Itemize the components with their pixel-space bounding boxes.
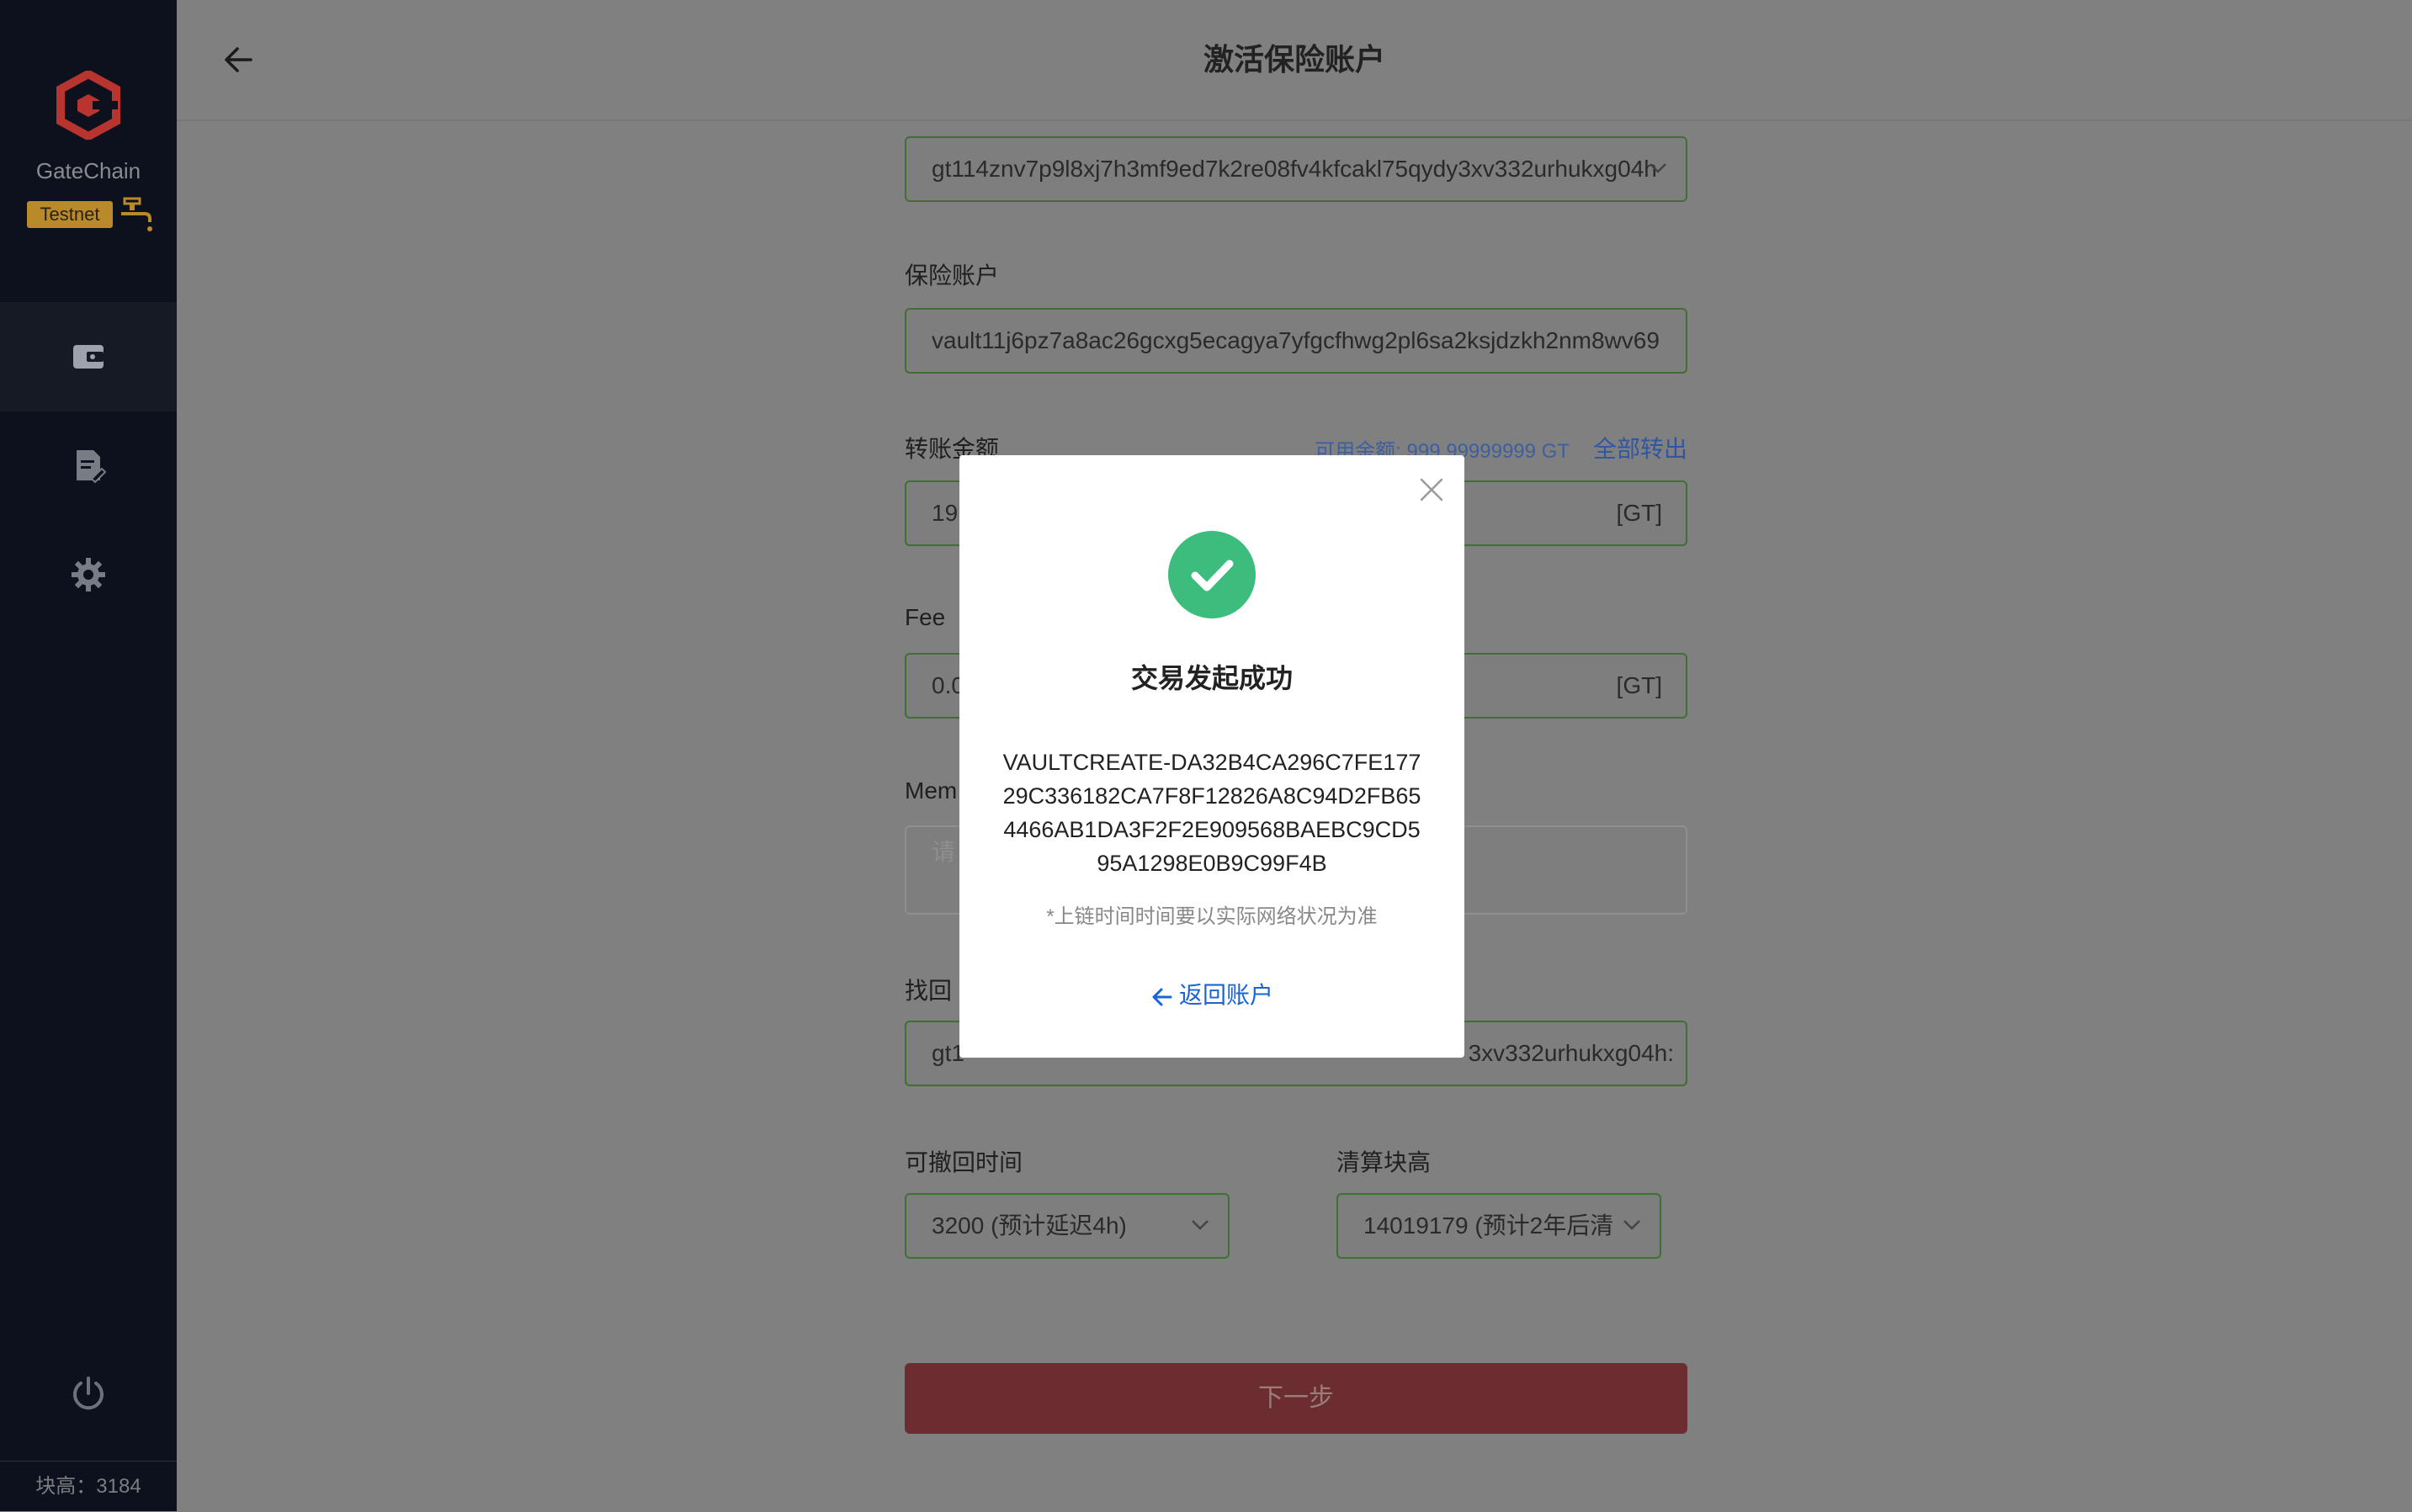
vault-address-field[interactable]: vault11j6pz7a8ac26gcxg5ecagya7yfgcfhwg2p…	[905, 308, 1687, 374]
gear-icon	[72, 558, 105, 592]
clear-height-value: 14019179 (预计2年后清	[1363, 1212, 1614, 1239]
return-account-link[interactable]: 返回账户	[959, 977, 1464, 1011]
fee-unit: [GT]	[1616, 672, 1662, 698]
modal-title: 交易发起成功	[1130, 663, 1293, 693]
revoke-time-label: 可撤回时间	[905, 1149, 1023, 1175]
fee-label: Fee	[905, 604, 946, 630]
document-edit-icon	[77, 450, 107, 484]
memo-placeholder: 请	[932, 839, 956, 865]
memo-label: Mem	[905, 777, 958, 804]
network-badge: Testnet	[27, 201, 113, 228]
network-note: *上链时间时间要以实际网络状况为准	[1046, 905, 1378, 928]
faucet-icon[interactable]	[120, 195, 153, 232]
chevron-down-icon	[1192, 1220, 1209, 1230]
amount-unit: [GT]	[1616, 500, 1662, 526]
nav-wallet[interactable]	[0, 302, 177, 411]
from-address-select[interactable]: gt114znv7p9l8xj7h3mf9ed7k2re08fv4kfcakl7…	[905, 136, 1687, 202]
page-header: 激活保险账户	[177, 0, 2412, 121]
next-step-button[interactable]: 下一步	[905, 1363, 1687, 1434]
clear-height-select[interactable]: 14019179 (预计2年后清	[1336, 1193, 1661, 1259]
transaction-hash: VAULTCREATE-DA32B4CA296C7FE17729C336182C…	[1002, 750, 1421, 876]
gatechain-logo-icon	[56, 71, 120, 140]
success-check-icon	[1168, 531, 1256, 618]
arrow-left-icon	[1152, 988, 1172, 1006]
brand-name: GateChain	[35, 158, 141, 183]
nav-records[interactable]	[0, 411, 177, 520]
wallet-icon	[73, 345, 104, 369]
transfer-all-link[interactable]: 全部转出	[1593, 431, 1687, 464]
retrieve-address-right: 3xv332urhukxg04h:	[1468, 1040, 1674, 1066]
vault-label: 保险账户	[905, 263, 1000, 289]
return-account-label: 返回账户	[1178, 982, 1273, 1008]
power-icon[interactable]	[70, 1375, 107, 1412]
nav-settings[interactable]	[0, 520, 177, 629]
chevron-down-icon	[1623, 1220, 1640, 1230]
from-address-value: gt114znv7p9l8xj7h3mf9ed7k2re08fv4kfcakl7…	[932, 156, 1657, 182]
vault-address-value: vault11j6pz7a8ac26gcxg5ecagya7yfgcfhwg2p…	[932, 327, 1660, 353]
chevron-down-icon	[1650, 163, 1666, 173]
logo-area: GateChain Testnet	[0, 71, 177, 239]
amount-value: 19	[932, 500, 959, 526]
revoke-time-value: 3200 (预计延迟4h)	[932, 1212, 1127, 1239]
success-modal: 交易发起成功 VAULTCREATE-DA32B4CA296C7FE17729C…	[959, 455, 1464, 1058]
clear-height-label: 清算块高	[1336, 1149, 1432, 1175]
sidebar: GateChain Testnet 块高：3184	[0, 0, 177, 1511]
page-title: 激活保险账户	[1203, 42, 1385, 77]
close-icon[interactable]	[1419, 477, 1444, 502]
block-height: 块高：3184	[0, 1461, 177, 1512]
retrieve-label: 找回	[905, 978, 953, 1004]
revoke-time-select[interactable]: 3200 (预计延迟4h)	[905, 1193, 1230, 1259]
